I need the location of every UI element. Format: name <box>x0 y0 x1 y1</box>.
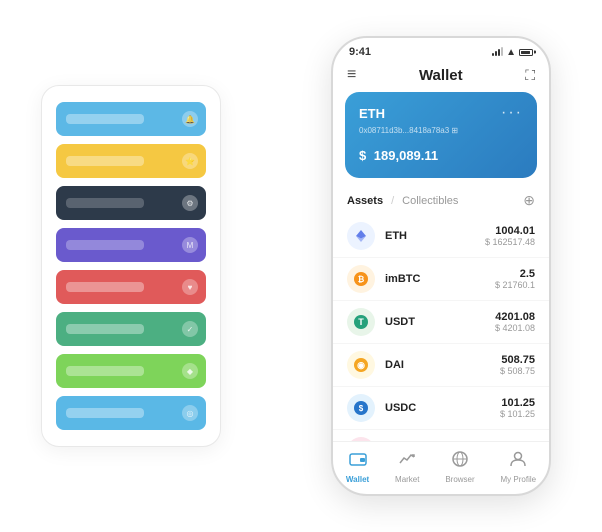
usdc-amount: 101.25 <box>500 397 535 409</box>
card-row-7[interactable]: ◆ <box>56 354 206 388</box>
card-bar-5 <box>66 282 144 292</box>
card-row-6[interactable]: ✓ <box>56 312 206 346</box>
wallet-nav-icon <box>349 450 367 473</box>
usdt-icon: T <box>347 308 375 336</box>
usdt-amount: 4201.08 <box>495 311 535 323</box>
card-row-3[interactable]: ⚙ <box>56 186 206 220</box>
menu-button[interactable]: ≡ <box>347 66 356 84</box>
eth-icon <box>347 222 375 250</box>
card-icon-5: ♥ <box>182 279 198 295</box>
card-row-5[interactable]: ♥ <box>56 270 206 304</box>
dai-name: DAI <box>385 359 490 371</box>
dai-icon: ◉ <box>347 351 375 379</box>
card-bar-4 <box>66 240 144 250</box>
card-bar-6 <box>66 324 144 334</box>
dai-usd: $ 508.75 <box>500 366 535 376</box>
usdc-icon: $ <box>347 394 375 422</box>
usdt-amounts: 4201.08 $ 4201.08 <box>495 311 535 333</box>
eth-card-header: ETH ··· <box>359 104 523 122</box>
scan-button[interactable]: ⛶ <box>525 67 535 84</box>
card-icon-8: ◎ <box>182 405 198 421</box>
nav-wallet[interactable]: Wallet <box>346 450 369 484</box>
profile-nav-icon <box>509 450 527 473</box>
card-icon-3: ⚙ <box>182 195 198 211</box>
market-nav-icon <box>398 450 416 473</box>
card-icon-2: ⭐ <box>182 153 198 169</box>
eth-card-menu[interactable]: ··· <box>501 104 523 122</box>
card-bar-8 <box>66 408 144 418</box>
eth-amount: 1004.01 <box>485 225 535 237</box>
card-bar-2 <box>66 156 144 166</box>
nav-profile[interactable]: My Profile <box>501 450 537 484</box>
battery-icon <box>519 49 533 56</box>
usdc-amounts: 101.25 $ 101.25 <box>500 397 535 419</box>
status-time: 9:41 <box>349 46 371 58</box>
phone: 9:41 ▲ ≡ Wallet ⛶ ETH ··· <box>331 36 551 496</box>
imbtc-usd: $ 21760.1 <box>495 280 535 290</box>
assets-header: Assets / Collectibles ⊕ <box>333 188 549 215</box>
svg-text:₿: ₿ <box>358 275 365 284</box>
scene: 🔔 ⭐ ⚙ M ♥ ✓ ◆ ◎ <box>21 21 581 511</box>
browser-nav-icon <box>451 450 469 473</box>
asset-list: ETH 1004.01 $ 162517.48 ₿ imBTC 2.5 $ 21… <box>333 215 549 441</box>
card-bar-7 <box>66 366 144 376</box>
card-row-4[interactable]: M <box>56 228 206 262</box>
assets-tabs: Assets / Collectibles <box>347 195 458 207</box>
usdt-usd: $ 4201.08 <box>495 323 535 333</box>
phone-header: ≡ Wallet ⛶ <box>333 62 549 92</box>
market-nav-label: Market <box>395 475 419 484</box>
bottom-nav: Wallet Market Browser My Profile <box>333 441 549 494</box>
status-bar: 9:41 ▲ <box>333 38 549 62</box>
browser-nav-label: Browser <box>445 475 474 484</box>
profile-nav-label: My Profile <box>501 475 537 484</box>
usdc-name: USDC <box>385 402 490 414</box>
dai-amount: 508.75 <box>500 354 535 366</box>
usdc-usd: $ 101.25 <box>500 409 535 419</box>
status-icons: ▲ <box>492 47 533 58</box>
card-row-2[interactable]: ⭐ <box>56 144 206 178</box>
eth-amounts: 1004.01 $ 162517.48 <box>485 225 535 247</box>
imbtc-amounts: 2.5 $ 21760.1 <box>495 268 535 290</box>
asset-item-dai[interactable]: ◉ DAI 508.75 $ 508.75 <box>333 344 549 387</box>
eth-usd: $ 162517.48 <box>485 237 535 247</box>
svg-text:$: $ <box>359 404 364 413</box>
eth-name: ETH <box>385 230 475 242</box>
card-icon-4: M <box>182 237 198 253</box>
card-row-8[interactable]: ◎ <box>56 396 206 430</box>
asset-item-usdt[interactable]: T USDT 4201.08 $ 4201.08 <box>333 301 549 344</box>
imbtc-icon: ₿ <box>347 265 375 293</box>
card-icon-6: ✓ <box>182 321 198 337</box>
eth-card-address: 0x08711d3b...8418a78a3 ⊞ <box>359 126 523 135</box>
tab-assets[interactable]: Assets <box>347 195 383 207</box>
dai-amounts: 508.75 $ 508.75 <box>500 354 535 376</box>
card-row-1[interactable]: 🔔 <box>56 102 206 136</box>
imbtc-name: imBTC <box>385 273 485 285</box>
asset-item-eth[interactable]: ETH 1004.01 $ 162517.48 <box>333 215 549 258</box>
card-bar-3 <box>66 198 144 208</box>
card-bar-1 <box>66 114 144 124</box>
wallet-nav-label: Wallet <box>346 475 369 484</box>
page-title: Wallet <box>419 67 463 84</box>
eth-card-name: ETH <box>359 106 385 121</box>
nav-browser[interactable]: Browser <box>445 450 474 484</box>
nav-market[interactable]: Market <box>395 450 419 484</box>
wifi-icon: ▲ <box>506 47 516 58</box>
card-icon-1: 🔔 <box>182 111 198 127</box>
card-stack: 🔔 ⭐ ⚙ M ♥ ✓ ◆ ◎ <box>41 85 221 447</box>
signal-icon <box>492 48 503 56</box>
tab-collectibles[interactable]: Collectibles <box>402 195 458 207</box>
eth-card[interactable]: ETH ··· 0x08711d3b...8418a78a3 ⊞ $ 189,0… <box>345 92 537 178</box>
asset-item-imbtc[interactable]: ₿ imBTC 2.5 $ 21760.1 <box>333 258 549 301</box>
eth-card-amount: $ 189,089.11 <box>359 143 523 166</box>
asset-item-usdc[interactable]: $ USDC 101.25 $ 101.25 <box>333 387 549 430</box>
usdt-name: USDT <box>385 316 485 328</box>
tab-divider: / <box>391 195 394 207</box>
imbtc-amount: 2.5 <box>495 268 535 280</box>
card-icon-7: ◆ <box>182 363 198 379</box>
add-asset-button[interactable]: ⊕ <box>523 192 535 209</box>
svg-text:◉: ◉ <box>357 360 365 370</box>
svg-text:T: T <box>358 317 364 327</box>
asset-item-tft[interactable]: ♦ TFT 13 0 <box>333 430 549 441</box>
